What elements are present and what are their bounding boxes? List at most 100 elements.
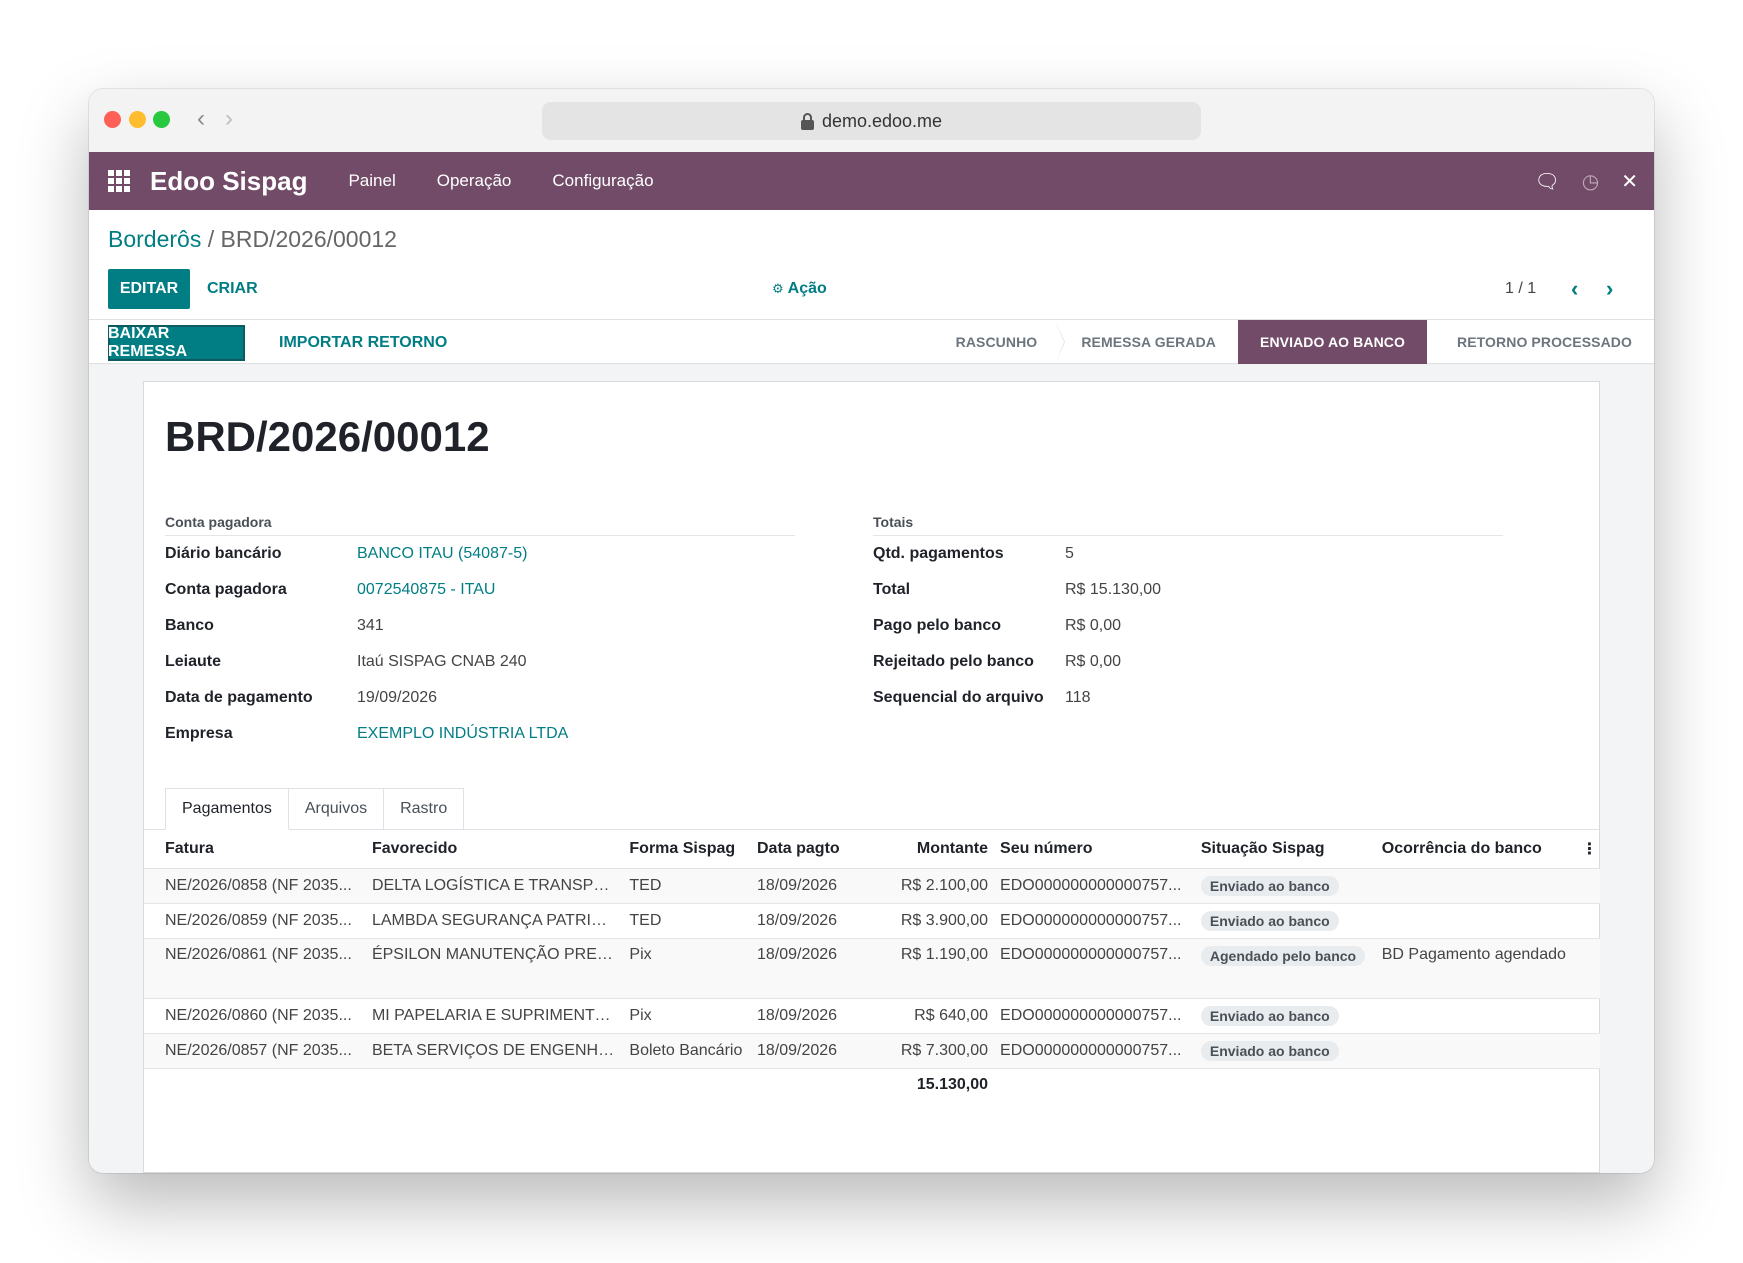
table-row[interactable]: NE/2026/0857 (NF 2035... BETA SERVIÇOS D… — [144, 1033, 1600, 1069]
column-header[interactable]: Montante — [875, 830, 995, 869]
pager-value[interactable]: 1 / 1 — [1505, 269, 1536, 309]
chevron-right-icon[interactable]: › — [1606, 269, 1613, 309]
edit-button[interactable]: EDITAR — [108, 269, 190, 309]
field-label: Data de pagamento — [165, 689, 313, 706]
chevron-left-icon[interactable]: ‹ — [197, 107, 205, 131]
apps-grid-icon[interactable] — [108, 170, 130, 192]
tab-arquivos[interactable]: Arquivos — [288, 788, 385, 830]
cell-favorecido: LAMBDA SEGURANÇA PATRIM... — [365, 903, 624, 939]
cell-seu-numero: EDO000000000000757... — [994, 938, 1195, 999]
app-brand[interactable]: Edoo Sispag — [150, 166, 307, 197]
column-header[interactable]: Favorecido — [365, 830, 624, 869]
column-header[interactable]: Fatura — [144, 830, 366, 869]
lock-icon — [800, 112, 814, 130]
import-return-button[interactable]: IMPORTAR RETORNO — [279, 325, 447, 361]
cell-situacao: Enviado ao banco — [1194, 1033, 1376, 1069]
field-value: 5 — [1065, 545, 1074, 562]
minimize-window-button[interactable] — [129, 111, 146, 128]
status-badge: Enviado ao banco — [1200, 910, 1339, 931]
cell-fatura: NE/2026/0861 (NF 2035... — [144, 938, 366, 999]
cell-montante: R$ 2.100,00 — [875, 868, 995, 904]
cell-empty — [1575, 1033, 1600, 1069]
address-bar[interactable]: demo.edoo.me — [542, 102, 1201, 140]
cell-data: 18/09/2026 — [751, 868, 876, 904]
cell-seu-numero: EDO000000000000757... — [994, 1033, 1195, 1069]
cell-fatura: NE/2026/0858 (NF 2035... — [144, 868, 366, 904]
status-badge: Agendado pelo banco — [1200, 945, 1366, 966]
status-badge: Enviado ao banco — [1200, 875, 1339, 896]
table-row[interactable]: NE/2026/0858 (NF 2035... DELTA LOGÍSTICA… — [144, 868, 1600, 904]
cell-favorecido: MI PAPELARIA E SUPRIMENTO... — [365, 998, 624, 1034]
chevron-left-icon[interactable]: ‹ — [1571, 269, 1578, 309]
status-step-remessa-gerada[interactable]: REMESSA GERADA — [1059, 320, 1238, 364]
status-step-retorno-processado[interactable]: RETORNO PROCESSADO — [1427, 320, 1654, 364]
cell-fatura: NE/2026/0860 (NF 2035... — [144, 998, 366, 1034]
cell-favorecido: BETA SERVIÇOS DE ENGENHAR... — [365, 1033, 624, 1069]
clock-icon[interactable]: ◷ — [1582, 169, 1599, 194]
chat-icon[interactable]: 🗨 — [1534, 169, 1559, 194]
column-header[interactable]: Ocorrência do banco — [1375, 830, 1576, 869]
table-row[interactable]: NE/2026/0859 (NF 2035... LAMBDA SEGURANÇ… — [144, 903, 1600, 939]
column-header[interactable]: Situação Sispag — [1194, 830, 1376, 869]
form-statusbar: BAIXAR REMESSA IMPORTAR RETORNO RASCUNHO… — [89, 320, 1654, 364]
chevron-right-icon[interactable]: › — [225, 107, 233, 131]
field-label: Banco — [165, 617, 214, 634]
maximize-window-button[interactable] — [153, 111, 170, 128]
cell-ocorrencia — [1375, 903, 1576, 939]
field-value: 341 — [357, 617, 384, 634]
cell-situacao: Enviado ao banco — [1194, 998, 1376, 1034]
browser-titlebar: ‹ › demo.edoo.me — [89, 89, 1654, 152]
field-value-link[interactable]: 0072540875 - ITAU — [357, 581, 495, 599]
menu-item-operacao[interactable]: Operação — [437, 171, 512, 191]
status-step-rascunho[interactable]: RASCUNHO — [934, 320, 1066, 364]
menu-item-configuracao[interactable]: Configuração — [552, 171, 653, 191]
group-title: Totais — [873, 514, 1503, 536]
cell-seu-numero: EDO000000000000757... — [994, 868, 1195, 904]
total-amount: 15.130,00 — [916, 1076, 989, 1094]
column-header[interactable]: Forma Sispag — [623, 830, 751, 869]
field-label: Conta pagadora — [165, 581, 287, 598]
field-qtd-pagamentos: Qtd. pagamentos 5 — [873, 536, 1503, 572]
control-panel: Borderôs / BRD/2026/00012 EDITAR CRIAR ⚙… — [89, 210, 1654, 320]
field-conta-pagadora: Conta pagadora 0072540875 - ITAU — [165, 572, 795, 608]
tab-pagamentos[interactable]: Pagamentos — [165, 788, 289, 830]
action-dropdown[interactable]: ⚙ Ação — [772, 269, 827, 309]
tab-rastro[interactable]: Rastro — [384, 788, 465, 830]
group-totais: Totais Qtd. pagamentos 5 Total R$ 15.130… — [873, 514, 1503, 716]
close-window-button[interactable] — [104, 111, 121, 128]
create-button[interactable]: CRIAR — [207, 269, 258, 309]
cell-empty — [1575, 868, 1600, 904]
cell-data: 18/09/2026 — [751, 903, 876, 939]
table-row[interactable]: NE/2026/0861 (NF 2035... ÉPSILON MANUTEN… — [144, 938, 1600, 999]
cell-ocorrencia — [1375, 998, 1576, 1034]
table-footer-row: 15.130,00 — [144, 1068, 1600, 1102]
group-title: Conta pagadora — [165, 514, 795, 536]
status-steps: RASCUNHO REMESSA GERADA ENVIADO AO BANCO… — [934, 320, 1654, 364]
cell-montante: R$ 7.300,00 — [875, 1033, 995, 1069]
breadcrumb-parent-link[interactable]: Borderôs — [108, 226, 201, 252]
group-conta-pagadora: Conta pagadora Diário bancário BANCO ITA… — [165, 514, 795, 752]
menu-item-painel[interactable]: Painel — [348, 171, 395, 191]
cell-seu-numero: EDO000000000000757... — [994, 998, 1195, 1034]
table-row[interactable]: NE/2026/0860 (NF 2035... MI PAPELARIA E … — [144, 998, 1600, 1034]
field-value: R$ 15.130,00 — [1065, 581, 1162, 598]
cell-data: 18/09/2026 — [751, 998, 876, 1034]
cell-montante: R$ 640,00 — [875, 998, 995, 1034]
field-label: Sequencial do arquivo — [873, 689, 1044, 706]
optional-columns-icon[interactable]: ⋮ — [1575, 830, 1600, 869]
field-value-link[interactable]: EXEMPLO INDÚSTRIA LTDA — [357, 725, 568, 743]
field-value-link[interactable]: BANCO ITAU (54087-5) — [357, 545, 527, 563]
column-header[interactable]: Data pagto — [751, 830, 876, 869]
cell-seu-numero: EDO000000000000757... — [994, 903, 1195, 939]
close-icon[interactable]: ✕ — [1621, 169, 1638, 194]
cell-favorecido: ÉPSILON MANUTENÇÃO PREDI... — [365, 938, 624, 999]
cell-favorecido: DELTA LOGÍSTICA E TRANSPOR... — [365, 868, 624, 904]
cell-ocorrencia — [1375, 868, 1576, 904]
browser-window: ‹ › demo.edoo.me Edoo Sispag Painel Oper… — [89, 89, 1654, 1173]
breadcrumb-current: BRD/2026/00012 — [220, 226, 397, 252]
field-value: 19/09/2026 — [357, 689, 438, 706]
status-step-enviado-ao-banco[interactable]: ENVIADO AO BANCO — [1238, 320, 1427, 364]
field-value: R$ 0,00 — [1065, 653, 1122, 670]
download-remittance-button[interactable]: BAIXAR REMESSA — [108, 325, 245, 361]
column-header[interactable]: Seu número — [994, 830, 1195, 869]
